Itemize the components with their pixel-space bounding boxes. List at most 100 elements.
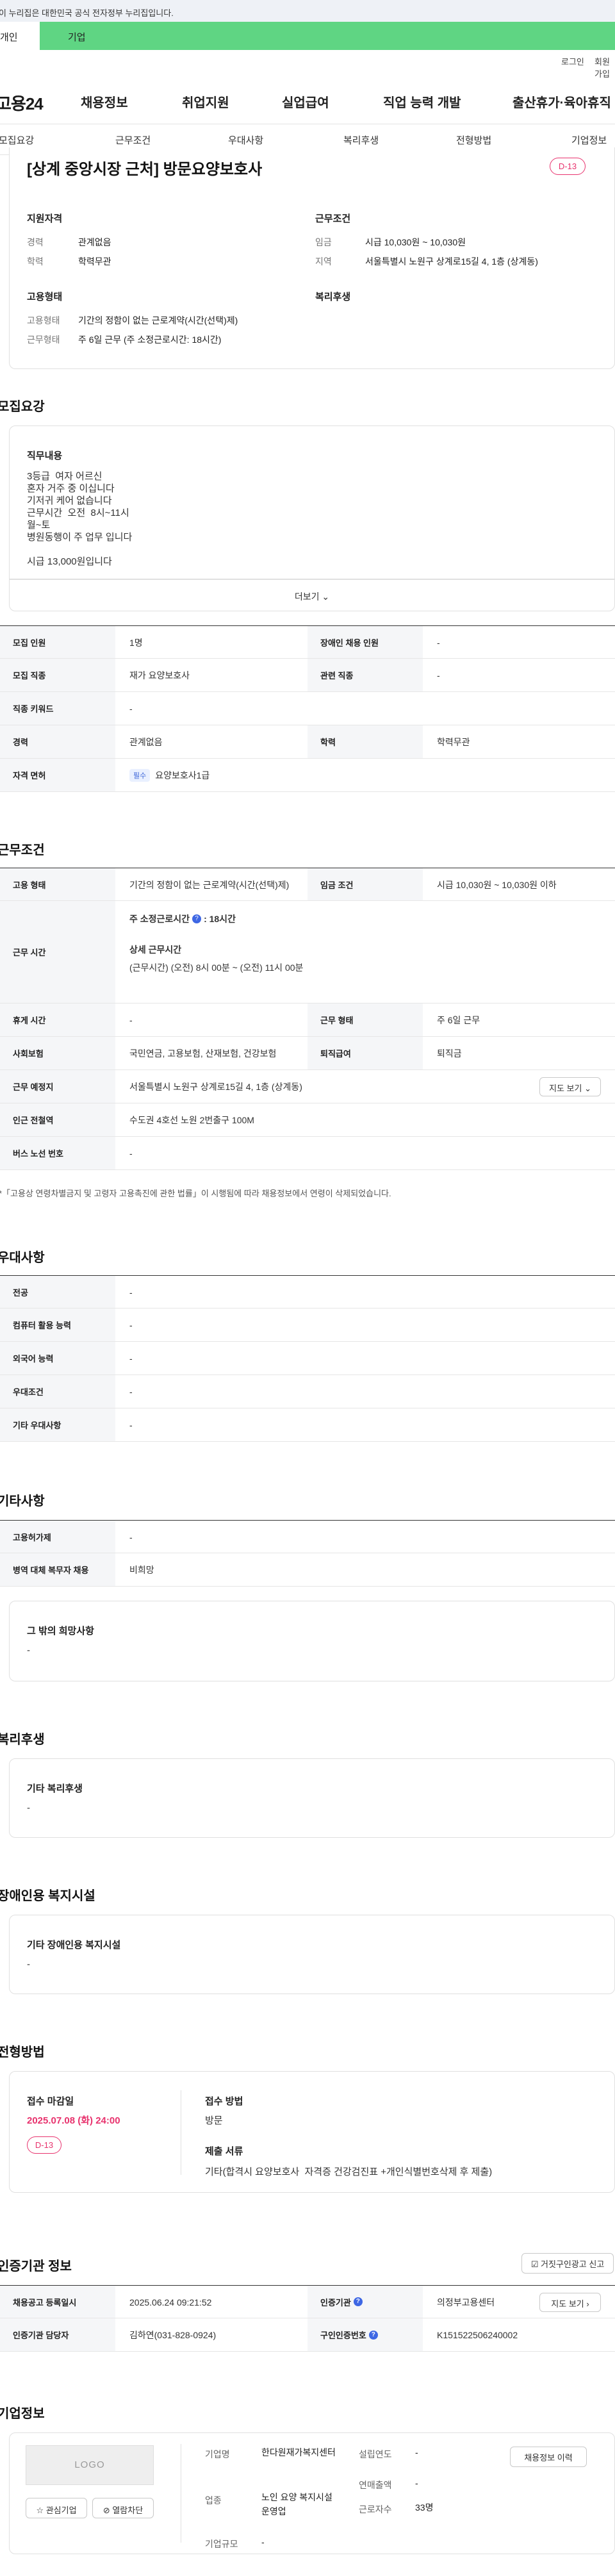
gnb-menu-parental-leave[interactable]: 출산휴가·육아휴직 — [512, 92, 611, 111]
employees-value: 33명 — [415, 2502, 434, 2513]
industry-value: 노인 요양 복지시설 운영업 — [261, 2492, 332, 2516]
industry-label: 업종 — [205, 2495, 222, 2506]
table-row: 버스 노선 번호 - — [0, 1137, 615, 1170]
disability-heading: 기타 장애인용 복지시설 — [27, 1940, 121, 1951]
computer-skill-label: 컴퓨터 활용 능력 — [0, 1309, 115, 1341]
table-row: 우대조건 - — [0, 1375, 615, 1408]
career-label: 경력 — [27, 237, 44, 247]
history-button[interactable]: 채용정보 이력 — [510, 2447, 587, 2467]
table-row: 전공 - — [0, 1275, 615, 1309]
table-row: 컴퓨터 활용 능력 - — [0, 1309, 615, 1342]
company-size-value: - — [261, 2537, 265, 2547]
cert-number-label: 구인인증번호 ? — [308, 2318, 423, 2351]
conditions-heading: 근무조건 — [315, 213, 351, 224]
more-button[interactable]: 더보기 ⌄ — [9, 579, 615, 611]
company-name-label: 기업명 — [205, 2449, 230, 2459]
info-icon[interactable]: ? — [368, 2330, 378, 2340]
section-nav-recruit[interactable]: 모집요강 — [0, 133, 34, 147]
employment-type-value: 기간의 정함이 없는 근로계약(시간(선택)제) — [78, 315, 238, 326]
gnb-menu-unemployment-benefit[interactable]: 실업급여 — [282, 92, 329, 111]
table-row: 근무 예정지 서울특별시 노원구 상계로15길 4, 1층 (상계동) 지도 보… — [0, 1070, 615, 1103]
table-row: 직종 키워드 - — [0, 692, 615, 725]
info-icon[interactable]: ? — [353, 2297, 363, 2306]
emp-type-value: 기간의 정함이 없는 근로계약(시간(선택)제) — [129, 880, 290, 890]
sales-value: - — [415, 2478, 418, 2488]
section-title-company: 기업정보 — [0, 2407, 45, 2421]
block-view-button[interactable]: ⊘ 열람차단 — [92, 2498, 154, 2518]
section-nav-company[interactable]: 기업정보 — [571, 133, 607, 147]
cert-number-label-text: 구인인증번호 — [320, 2331, 366, 2340]
agency-map-button[interactable]: 지도 보기 › — [539, 2293, 601, 2312]
occupation-label: 모집 직종 — [0, 659, 115, 691]
region-value: 서울특별시 노원구 상계로15길 4, 1층 (상계동) — [365, 256, 538, 267]
insurance-value: 국민연금, 고용보험, 산재보험, 건강보험 — [129, 1048, 277, 1059]
section-nav-preference[interactable]: 우대사항 — [228, 133, 263, 147]
table-row: 인증기관 담당자 김하연(031-828-0924) 구인인증번호 ? K151… — [0, 2318, 615, 2352]
keyword-label: 직종 키워드 — [0, 692, 115, 725]
section-title-recruit: 모집요강 — [0, 400, 45, 414]
break-time-value: - — [129, 1015, 133, 1025]
work-type-value: 주 6일 근무 (주 소정근로시간: 18시간) — [78, 334, 222, 345]
audience-tabs: 개인 기업 — [0, 22, 615, 50]
gov-banner: 이 누리집은 대한민국 공식 전자정부 누리집입니다. — [0, 0, 615, 22]
company-logo: LOGO — [26, 2445, 154, 2485]
weekly-hours-value: : 18시간 — [204, 914, 236, 924]
table-row: 모집 직종 재가 요양보호사 관련 직종 - — [0, 659, 615, 692]
disability-box — [9, 1915, 615, 1994]
benefits-value: - — [27, 1803, 30, 1813]
emp-type-label: 고용 형태 — [0, 868, 115, 900]
other-wish-heading: 그 밖의 희망사항 — [27, 1626, 94, 1637]
weekly-hours: 주 소정근로시간 ? : 18시간 — [129, 912, 236, 925]
founded-label: 설립연도 — [359, 2449, 392, 2459]
report-ad-button[interactable]: ☑ 거짓구인광고 신고 — [521, 2253, 614, 2274]
section-nav-selection[interactable]: 전형방법 — [456, 133, 491, 147]
section-nav-conditions[interactable]: 근무조건 — [115, 133, 151, 147]
career-row-label: 경력 — [0, 725, 115, 758]
deadline-heading: 접수 마감일 — [27, 2096, 74, 2107]
tab-company[interactable]: 기업 — [40, 22, 615, 50]
login-link[interactable]: 로그인 — [561, 55, 584, 67]
employment-type-label: 고용형태 — [27, 315, 60, 326]
section-title-benefits: 복리후생 — [0, 1733, 45, 1747]
education-row-value: 학력무관 — [437, 737, 470, 747]
table-row: 고용 형태 기간의 정함이 없는 근로계약(시간(선택)제) 임금 조건 시급 … — [0, 868, 615, 901]
method-value: 방문 — [205, 2115, 223, 2126]
work-pattern-label: 근무 형태 — [308, 1003, 423, 1036]
info-icon[interactable]: ? — [192, 914, 202, 923]
gnb-menu-jobs[interactable]: 채용정보 — [81, 92, 128, 111]
table-row: 채용공고 등록일시 2025.06.24 09:21:52 인증기관 ? 의정부… — [0, 2285, 615, 2318]
keyword-value: - — [129, 704, 133, 714]
table-row: 외국어 능력 - — [0, 1342, 615, 1375]
severance-label: 퇴직급여 — [308, 1037, 423, 1069]
table-row: 자격 면허 필수 요양보호사1급 — [0, 759, 615, 792]
major-label: 전공 — [0, 1276, 115, 1308]
station-label: 인근 전철역 — [0, 1103, 115, 1136]
headcount-label: 모집 인원 — [0, 626, 115, 658]
section-title-agency: 인증기관 정보 — [0, 2259, 72, 2274]
method-heading: 접수 방법 — [205, 2096, 243, 2107]
language-label: 외국어 능력 — [0, 1342, 115, 1375]
interest-company-label: 관심기업 — [45, 2506, 77, 2515]
region-label: 지역 — [315, 256, 332, 267]
gnb-menu-employment-support[interactable]: 취업지원 — [182, 92, 229, 111]
site-logo[interactable]: 고용24 — [0, 91, 44, 115]
section-nav-benefits[interactable]: 복리후생 — [343, 133, 379, 147]
bus-value: - — [129, 1148, 133, 1159]
section-title-selection: 전형방법 — [0, 2045, 45, 2060]
tab-person[interactable]: 개인 — [0, 22, 40, 50]
more-button-label: 더보기 — [294, 591, 320, 602]
docs-heading: 제출 서류 — [205, 2146, 243, 2157]
table-row: 휴게 시간 - 근무 형태 주 6일 근무 — [0, 1003, 615, 1037]
interest-company-button[interactable]: ☆ 관심기업 — [26, 2498, 87, 2518]
other-preference-label: 기타 우대사항 — [0, 1408, 115, 1441]
welfare-heading: 복리후생 — [315, 292, 351, 302]
employment-heading: 고용형태 — [27, 292, 63, 302]
required-badge: 필수 — [129, 769, 151, 782]
work-type-label: 근무형태 — [27, 334, 60, 345]
agency-map-label: 지도 보기 — [551, 2299, 584, 2309]
map-view-button[interactable]: 지도 보기 ⌄ — [539, 1077, 601, 1096]
other-wish-value: - — [27, 1645, 30, 1656]
gnb-menu-vocational-training[interactable]: 직업 능력 개발 — [383, 92, 461, 111]
cert-number-value: K151522506240002 — [437, 2330, 518, 2340]
benefits-heading: 기타 복리후생 — [27, 1783, 83, 1794]
